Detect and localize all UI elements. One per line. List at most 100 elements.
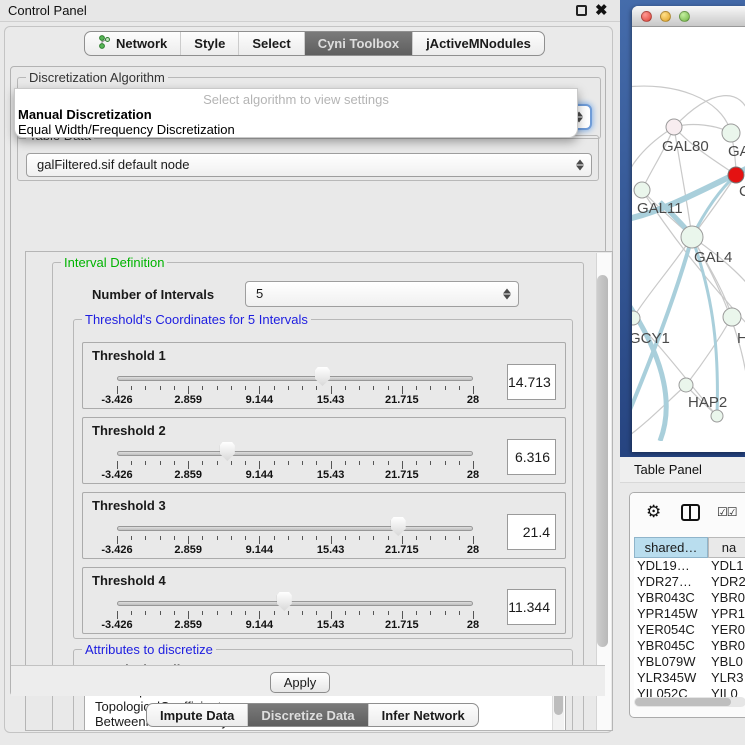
- vertical-scrollbar-thumb[interactable]: [597, 275, 608, 647]
- tab-label: Network: [116, 36, 167, 51]
- network-edge[interactable]: [642, 127, 674, 190]
- network-node-gal11[interactable]: [634, 182, 650, 198]
- table-cell: YBR0: [708, 638, 745, 654]
- network-edge[interactable]: [674, 96, 745, 127]
- table-cell: YPR145W: [634, 606, 708, 622]
- table-row[interactable]: YER054CYER0: [634, 622, 745, 638]
- tab-style[interactable]: Style: [181, 32, 239, 55]
- table-row[interactable]: YLR345WYLR3: [634, 670, 745, 686]
- network-edge[interactable]: [632, 385, 686, 437]
- top-tab-bar: Network StyleSelect Cyni Toolbox jActiveMNo…: [84, 31, 545, 56]
- interval-definition-group: Interval Definition Number of Intervals …: [52, 262, 584, 731]
- tab-impute-data[interactable]: Impute Data: [147, 704, 248, 726]
- horizontal-scrollbar-thumb[interactable]: [635, 698, 731, 706]
- tick-label: 2.859: [174, 544, 202, 556]
- network-node-label: HAP2: [688, 394, 727, 411]
- network-node-gal80[interactable]: [666, 119, 682, 135]
- slider-tick-labels: -3.4262.8599.14415.4321.71528: [117, 469, 473, 481]
- network-edge[interactable]: [686, 317, 732, 385]
- table-row[interactable]: YDL19…YDL1: [634, 558, 745, 574]
- checkboxes-icon[interactable]: ☑☑: [717, 505, 737, 519]
- network-node-gal4[interactable]: [681, 226, 703, 248]
- vertical-scrollbar[interactable]: [596, 253, 611, 731]
- tick-label: 21.715: [385, 469, 419, 481]
- close-icon[interactable]: ✖: [595, 1, 608, 19]
- slider-track[interactable]: [117, 376, 473, 381]
- mac-close-icon[interactable]: [641, 11, 652, 22]
- slider-handle[interactable]: [220, 442, 235, 461]
- mac-minimize-icon[interactable]: [660, 11, 671, 22]
- tick-label: 9.144: [246, 619, 274, 631]
- table-row[interactable]: YBL079WYBL0: [634, 654, 745, 670]
- tick-label: 15.43: [317, 469, 345, 481]
- combo-stepper-icon: [502, 288, 511, 301]
- algorithm-option-manual[interactable]: Manual Discretization: [18, 107, 152, 122]
- tab-label: Infer Network: [382, 708, 465, 723]
- network-node-label: GAL11: [637, 200, 683, 217]
- tick-label: 28: [467, 544, 479, 556]
- column-header[interactable]: shared…: [634, 537, 708, 558]
- interval-group-title: Interval Definition: [61, 255, 167, 270]
- tick-label: 9.144: [246, 544, 274, 556]
- table-cell: YDR2: [708, 574, 745, 590]
- tab-label: Discretize Data: [261, 708, 354, 723]
- slider-track[interactable]: [117, 526, 473, 531]
- network-window[interactable]: GAL80GACGAL11GAL4GCY1HHAP2: [632, 6, 745, 452]
- tab-label: Impute Data: [160, 708, 234, 723]
- network-node-h[interactable]: [723, 308, 741, 326]
- network-node-hap2[interactable]: [679, 378, 693, 392]
- slider-track[interactable]: [117, 451, 473, 456]
- tick-label: 15.43: [317, 394, 345, 406]
- split-columns-icon[interactable]: [681, 504, 700, 521]
- tick-label: -3.426: [101, 619, 132, 631]
- column-header[interactable]: na: [708, 537, 745, 558]
- tab-jactivemnodules[interactable]: jActiveMNodules: [413, 32, 544, 55]
- slider-tick-labels: -3.4262.8599.14415.4321.71528: [117, 619, 473, 631]
- table-panel-region: ⚙ ☑☑ shared…na YDL19…YDL1YDR27…YDR2YBR04…: [620, 483, 745, 745]
- table-data-combobox[interactable]: galFiltered.sif default node: [26, 153, 592, 177]
- tick-label: 2.859: [174, 619, 202, 631]
- table-cell: YBR043C: [634, 590, 708, 606]
- tab-label: Cyni Toolbox: [318, 36, 399, 51]
- network-canvas[interactable]: GAL80GACGAL11GAL4GCY1HHAP2: [632, 27, 745, 441]
- tab-network[interactable]: Network: [85, 32, 181, 55]
- threshold-value-input[interactable]: 11.344: [507, 589, 556, 625]
- slider-handle[interactable]: [277, 592, 292, 611]
- apply-button[interactable]: Apply: [270, 672, 330, 693]
- gear-icon[interactable]: ⚙: [646, 502, 661, 522]
- float-window-icon[interactable]: [576, 5, 587, 16]
- table-row[interactable]: YPR145WYPR1: [634, 606, 745, 622]
- table-row[interactable]: YBR043CYBR0: [634, 590, 745, 606]
- horizontal-scrollbar[interactable]: [634, 697, 745, 707]
- network-node-c[interactable]: [728, 167, 744, 183]
- algorithm-option-equal-width[interactable]: Equal Width/Frequency Discretization: [18, 122, 235, 137]
- tab-cyni-toolbox[interactable]: Cyni Toolbox: [305, 32, 413, 55]
- threshold-value-input[interactable]: 21.4: [507, 514, 556, 550]
- threshold-value-input[interactable]: 14.713: [507, 364, 556, 400]
- network-node-label: GAL4: [694, 249, 732, 266]
- table-cell: YDL19…: [634, 558, 708, 574]
- table-cell: YER054C: [634, 622, 708, 638]
- apply-bar: Apply: [11, 665, 605, 696]
- tick-label: -3.426: [101, 544, 132, 556]
- slider-handle[interactable]: [315, 367, 330, 386]
- table-row[interactable]: YBR045CYBR0: [634, 638, 745, 654]
- network-node-label: GA: [728, 143, 745, 160]
- table-toolbar: ⚙ ☑☑: [630, 493, 745, 534]
- tab-infer-network[interactable]: Infer Network: [369, 704, 478, 726]
- threshold-value-input[interactable]: 6.316: [507, 439, 556, 475]
- tab-discretize-data[interactable]: Discretize Data: [248, 704, 368, 726]
- mac-zoom-icon[interactable]: [679, 11, 690, 22]
- network-node-ga[interactable]: [722, 124, 740, 142]
- table-row[interactable]: YDR27…YDR2: [634, 574, 745, 590]
- slider-handle[interactable]: [391, 517, 406, 536]
- tick-label: 28: [467, 469, 479, 481]
- network-node[interactable]: [711, 410, 723, 422]
- algorithm-dropdown-popup: Select algorithm to view settings Manual…: [14, 88, 578, 138]
- tab-select[interactable]: Select: [239, 32, 304, 55]
- threshold-coordinates-title: Threshold's Coordinates for 5 Intervals: [82, 312, 311, 327]
- number-of-intervals-combobox[interactable]: 5: [245, 281, 519, 307]
- table-rows: YDL19…YDL1YDR27…YDR2YBR043CYBR0YPR145WYP…: [634, 558, 745, 701]
- slider-track[interactable]: [117, 601, 473, 606]
- table-cell: YDR27…: [634, 574, 708, 590]
